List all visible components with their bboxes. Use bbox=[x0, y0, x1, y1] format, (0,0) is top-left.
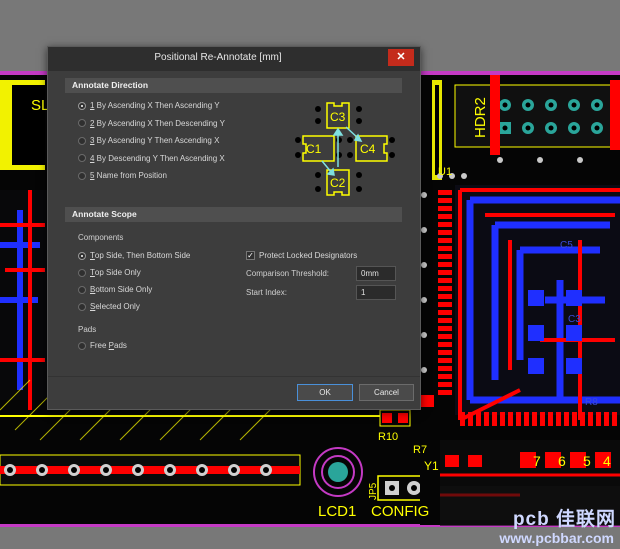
silk-pin-7: 7 bbox=[533, 453, 541, 469]
direction-label: By Ascending X Then Ascending Y bbox=[94, 101, 220, 110]
scope-label: elected Only bbox=[95, 302, 140, 311]
scope-option-4[interactable]: Selected Only bbox=[78, 302, 140, 311]
annotation-direction-preview: C3 C1 C4 C2 bbox=[295, 102, 395, 196]
preview-c2-label: C2 bbox=[330, 176, 346, 190]
components-label: Components bbox=[78, 233, 124, 242]
direction-option-1[interactable]: 1 By Ascending X Then Ascending Y bbox=[78, 101, 220, 110]
dialog-titlebar[interactable]: Positional Re-Annotate [mm] ✕ bbox=[48, 47, 420, 71]
silk-jp5: JP5 bbox=[368, 482, 379, 500]
bottom-silk-r8: R8 bbox=[585, 397, 598, 408]
direction-radio-indicator bbox=[78, 154, 86, 162]
check-icon: ✓ bbox=[246, 251, 255, 260]
annotate-scope-header: Annotate Scope bbox=[65, 207, 402, 222]
scope-option-3[interactable]: Bottom Side Only bbox=[78, 285, 152, 294]
preview-c1-label: C1 bbox=[306, 142, 322, 156]
watermark-url: www.pcbbar.com bbox=[499, 530, 614, 546]
silk-lcd1: LCD1 bbox=[318, 503, 356, 520]
silk-u1: U1 bbox=[438, 166, 452, 178]
cancel-button[interactable]: Cancel bbox=[359, 384, 414, 401]
bottom-silk-c5: C5 bbox=[560, 240, 573, 251]
direction-option-3[interactable]: 3 By Ascending Y Then Ascending X bbox=[78, 136, 219, 145]
positional-reannotate-dialog: Positional Re-Annotate [mm] ✕ Annotate D… bbox=[47, 46, 421, 410]
direction-radio-indicator bbox=[78, 171, 86, 180]
direction-option-4[interactable]: 4 By Descending Y Then Ascending X bbox=[78, 154, 225, 163]
scope-radio-indicator bbox=[78, 251, 86, 260]
scope-label: ottom Side Only bbox=[95, 285, 153, 294]
direction-label: By Ascending Y Then Ascending X bbox=[94, 136, 220, 145]
free-pads-prefix: Free bbox=[90, 341, 109, 350]
free-pads-radio[interactable]: Free Pads bbox=[78, 341, 127, 350]
silk-pin-4: 4 bbox=[603, 453, 611, 469]
silk-r10: R10 bbox=[378, 431, 398, 443]
silk-pin-6: 6 bbox=[558, 453, 566, 469]
direction-radio-indicator bbox=[78, 136, 86, 145]
preview-c4-label: C4 bbox=[360, 142, 376, 156]
footer-divider bbox=[48, 376, 420, 377]
protect-locked-label: Protect Locked Designators bbox=[259, 251, 358, 260]
scope-radio-indicator bbox=[78, 285, 86, 294]
start-index-input[interactable]: 1 bbox=[356, 285, 396, 300]
scope-option-1[interactable]: Top Side, Then Bottom Side bbox=[78, 251, 190, 260]
free-pads-suffix: ads bbox=[114, 341, 127, 350]
ok-button[interactable]: OK bbox=[297, 384, 353, 401]
direction-radio-indicator bbox=[78, 101, 86, 110]
pads-label: Pads bbox=[78, 325, 97, 334]
start-index-label: Start Index: bbox=[246, 288, 287, 297]
comparison-threshold-label: Comparison Threshold: bbox=[246, 269, 330, 278]
watermark-logo: pcb 佳联网 bbox=[512, 509, 616, 530]
scope-option-2[interactable]: Top Side Only bbox=[78, 268, 141, 277]
comparison-threshold-input[interactable]: 0mm bbox=[356, 266, 396, 281]
protect-locked-designators-checkbox[interactable]: ✓ Protect Locked Designators bbox=[246, 251, 357, 260]
direction-option-5[interactable]: 5 Name from Position bbox=[78, 171, 167, 180]
silk-y1: Y1 bbox=[424, 459, 439, 473]
direction-label: By Ascending X Then Descending Y bbox=[94, 118, 225, 128]
direction-option-2[interactable]: 2 By Ascending X Then Descending Y bbox=[78, 119, 225, 128]
direction-radio-indicator bbox=[78, 119, 86, 127]
annotate-direction-header: Annotate Direction bbox=[65, 78, 402, 93]
scope-label: op Side, Then Bottom Side bbox=[94, 251, 191, 260]
preview-c3-label: C3 bbox=[330, 110, 346, 124]
free-pads-radio-indicator bbox=[78, 341, 86, 350]
scope-radio-indicator bbox=[78, 268, 86, 277]
direction-label: By Descending Y Then Ascending X bbox=[94, 153, 225, 163]
silk-pin-5: 5 bbox=[583, 453, 591, 469]
silk-config: CONFIG bbox=[371, 503, 429, 520]
direction-label: Name from Position bbox=[94, 171, 167, 180]
close-icon: ✕ bbox=[396, 51, 406, 63]
bottom-silk-c3: C3 bbox=[568, 314, 581, 325]
close-button[interactable]: ✕ bbox=[388, 49, 414, 66]
scope-radio-indicator bbox=[78, 302, 86, 311]
silk-hdr2: HDR2 bbox=[472, 97, 489, 138]
scope-label: op Side Only bbox=[94, 268, 141, 277]
dialog-title: Positional Re-Annotate [mm] bbox=[154, 52, 282, 63]
silk-r7: R7 bbox=[413, 444, 427, 456]
